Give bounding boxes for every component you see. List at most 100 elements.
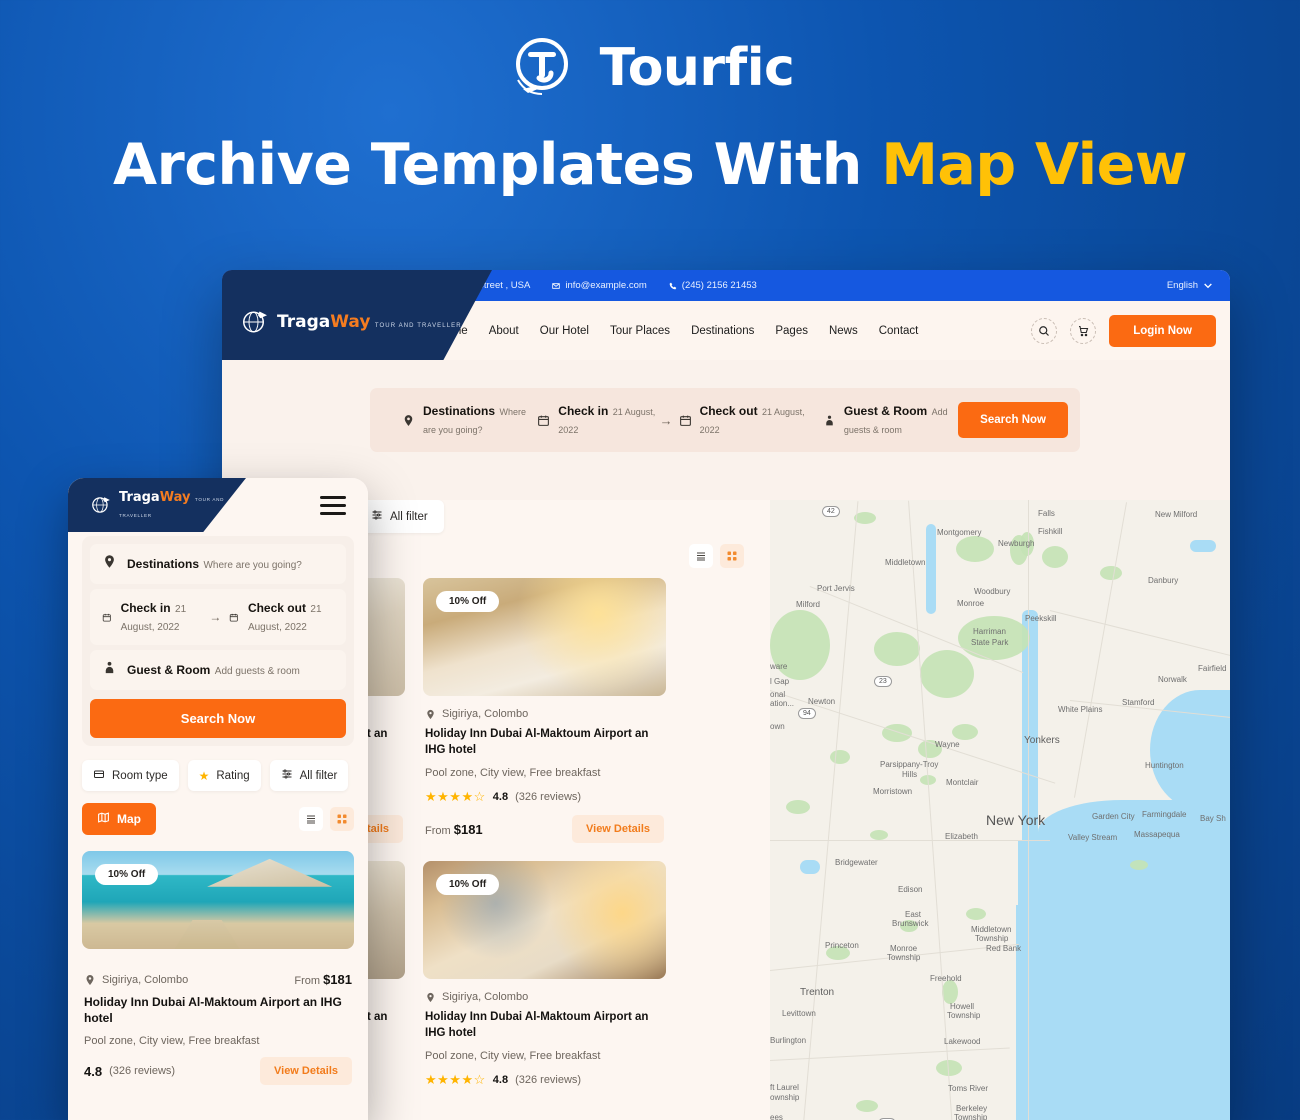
map-label: Stamford <box>1122 698 1155 707</box>
promo-brand: Tourfic <box>0 32 1300 104</box>
list-view-icon[interactable] <box>689 544 713 568</box>
checkin-field[interactable]: Check in 21 August, 2022 <box>537 402 663 438</box>
map-label: ft Laurel <box>770 1083 799 1092</box>
nav-item-destinations[interactable]: Destinations <box>691 325 754 337</box>
filter-chip-rating[interactable]: ★ Rating <box>187 760 261 791</box>
map-label: Township <box>975 934 1009 943</box>
phone-text: (245) 2156 21453 <box>681 280 757 291</box>
nav-item-contact[interactable]: Contact <box>879 325 919 337</box>
map-label: New York <box>986 812 1046 828</box>
search-icon[interactable] <box>1031 317 1058 344</box>
promo-title-accent: Map View <box>881 132 1188 198</box>
map-label: Newburgh <box>998 539 1035 548</box>
email-text: info@example.com <box>565 280 647 291</box>
hotel-card-image: 10% Off <box>423 578 666 696</box>
login-button[interactable]: Login Now <box>1109 314 1216 347</box>
nav-item-our-hotel[interactable]: Our Hotel <box>540 325 589 337</box>
view-details-button[interactable]: View Details <box>572 815 664 844</box>
results-area: ★ Rating All filter <box>222 500 1230 1120</box>
map-label: ees <box>770 1113 783 1120</box>
discount-badge: 10% Off <box>436 591 500 612</box>
mobile-destinations-label: Destinations <box>127 557 200 571</box>
globe-plane-icon <box>240 307 270 337</box>
mobile-header: TragaWay TOUR AND TRAVELLER <box>68 478 368 536</box>
hotel-card[interactable]: 10% Off Sigiriya, Colombo From $181 Holi… <box>82 851 354 1086</box>
rating-reviews: (326 reviews) <box>515 791 582 804</box>
desktop-logo-wedge: TragaWay TOUR AND TRAVELLER <box>222 270 492 360</box>
email-item[interactable]: info@example.com <box>552 280 647 291</box>
mobile-checkout-field[interactable]: Check out 21 August, 2022 <box>229 599 334 635</box>
filter-chip-all-filter[interactable]: All filter <box>355 500 444 533</box>
nav-item-about[interactable]: About <box>489 325 519 337</box>
rating-value: 4.8 <box>492 1074 509 1087</box>
mobile-search-now-button[interactable]: Search Now <box>90 699 346 738</box>
grid-view-icon[interactable] <box>720 544 744 568</box>
mobile-checkin-label: Check in <box>120 601 171 615</box>
hotel-card[interactable]: 10% Off Sigiriya, Colombo Holiday Inn Du… <box>423 861 666 1089</box>
sliders-icon <box>371 509 383 524</box>
map-label: Freehold <box>930 974 962 983</box>
hotel-amenities: Pool zone, City view, Free breakfast <box>425 1050 601 1063</box>
map-label: Monroe <box>890 944 918 953</box>
view-details-button[interactable]: View Details <box>260 1057 352 1086</box>
hamburger-menu-icon[interactable] <box>320 496 346 520</box>
nav-item-tour-places[interactable]: Tour Places <box>610 325 670 337</box>
globe-plane-icon <box>90 494 112 516</box>
map-label: own <box>770 722 785 731</box>
filter-chip-all-filter-label: All filter <box>390 510 428 523</box>
mobile-destinations-field[interactable]: Destinations Where are you going? <box>90 544 346 584</box>
promo-title-main: Archive Templates With <box>112 132 862 198</box>
filter-chip-all-filter[interactable]: All filter <box>269 760 349 791</box>
calendar-icon <box>537 414 550 427</box>
nav-item-pages[interactable]: Pages <box>775 325 808 337</box>
logo-tagline: TOUR AND TRAVELLER <box>374 322 462 329</box>
mobile-guest-room-label: Guest & Room <box>127 663 211 677</box>
map-label: Township <box>954 1113 988 1120</box>
map-label: Milford <box>796 600 821 609</box>
cart-icon[interactable] <box>1070 317 1097 344</box>
map-label: Yonkers <box>1024 735 1060 746</box>
hotel-location-text: Sigiriya, Colombo <box>442 708 529 720</box>
map-label: Massapequa <box>1134 830 1180 839</box>
search-now-button[interactable]: Search Now <box>958 402 1068 438</box>
list-view-icon[interactable] <box>299 807 323 831</box>
map-label: Garden City <box>1092 812 1135 821</box>
map-label: White Plains <box>1058 705 1103 714</box>
hotel-amenities: Pool zone, City view, Free breakfast <box>84 1035 260 1048</box>
date-range-arrow-icon: → <box>659 412 673 428</box>
hotel-card-image: 10% Off <box>423 861 666 980</box>
discount-badge: 10% Off <box>436 874 500 896</box>
phone-item[interactable]: (245) 2156 21453 <box>669 280 757 291</box>
checkout-field[interactable]: Check out 21 August, 2022 <box>679 402 823 438</box>
mobile-guest-room-field[interactable]: Guest & Room Add guests & room <box>90 650 346 690</box>
nav-item-news[interactable]: News <box>829 325 858 337</box>
site-logo[interactable]: TragaWay TOUR AND TRAVELLER <box>240 307 462 337</box>
mobile-site-logo[interactable]: TragaWay TOUR AND TRAVELLER <box>90 489 246 521</box>
destinations-field[interactable]: Destinations Where are you going? <box>402 402 537 438</box>
mobile-destinations-placeholder: Where are you going? <box>203 560 302 571</box>
hotel-card[interactable]: 10% Off Sigiriya, Colombo Holiday Inn Du… <box>423 578 666 844</box>
map-label: Middletown <box>971 925 1012 934</box>
hotel-price: From $181 <box>425 822 483 837</box>
map-label: ation... <box>770 699 795 708</box>
language-selector[interactable]: English <box>1167 280 1212 291</box>
map-view[interactable]: Falls New Milford Montgomery Fishkill Newbur… <box>770 500 1230 1120</box>
price-value: $181 <box>453 821 483 837</box>
map-label: Fairfield <box>1198 664 1227 673</box>
map-button[interactable]: Map <box>82 803 156 835</box>
grid-view-icon[interactable] <box>330 807 354 831</box>
chevron-down-icon <box>1204 283 1212 288</box>
mobile-preview: TragaWay TOUR AND TRAVELLER Destinations… <box>68 478 368 1120</box>
hotel-title: Holiday Inn Dubai Al-Maktoum Airport an … <box>425 728 649 756</box>
hotel-title: Holiday Inn Dubai Al-Maktoum Airport an … <box>84 995 342 1026</box>
hotel-location: Sigiriya, Colombo <box>425 708 664 720</box>
map-label: Norwalk <box>1158 675 1187 684</box>
hotel-location-text: Sigiriya, Colombo <box>102 973 189 986</box>
map-label: Valley Stream <box>1068 833 1118 842</box>
map-label: Township <box>947 1011 981 1020</box>
mobile-checkin-field[interactable]: Check in 21 August, 2022 <box>102 599 201 635</box>
guest-room-field[interactable]: Guest & Room Add guests & room <box>823 402 958 438</box>
map-label: Farmingdale <box>1142 810 1187 819</box>
filter-chip-room-type[interactable]: Room type <box>82 760 179 791</box>
envelope-icon <box>552 282 561 289</box>
